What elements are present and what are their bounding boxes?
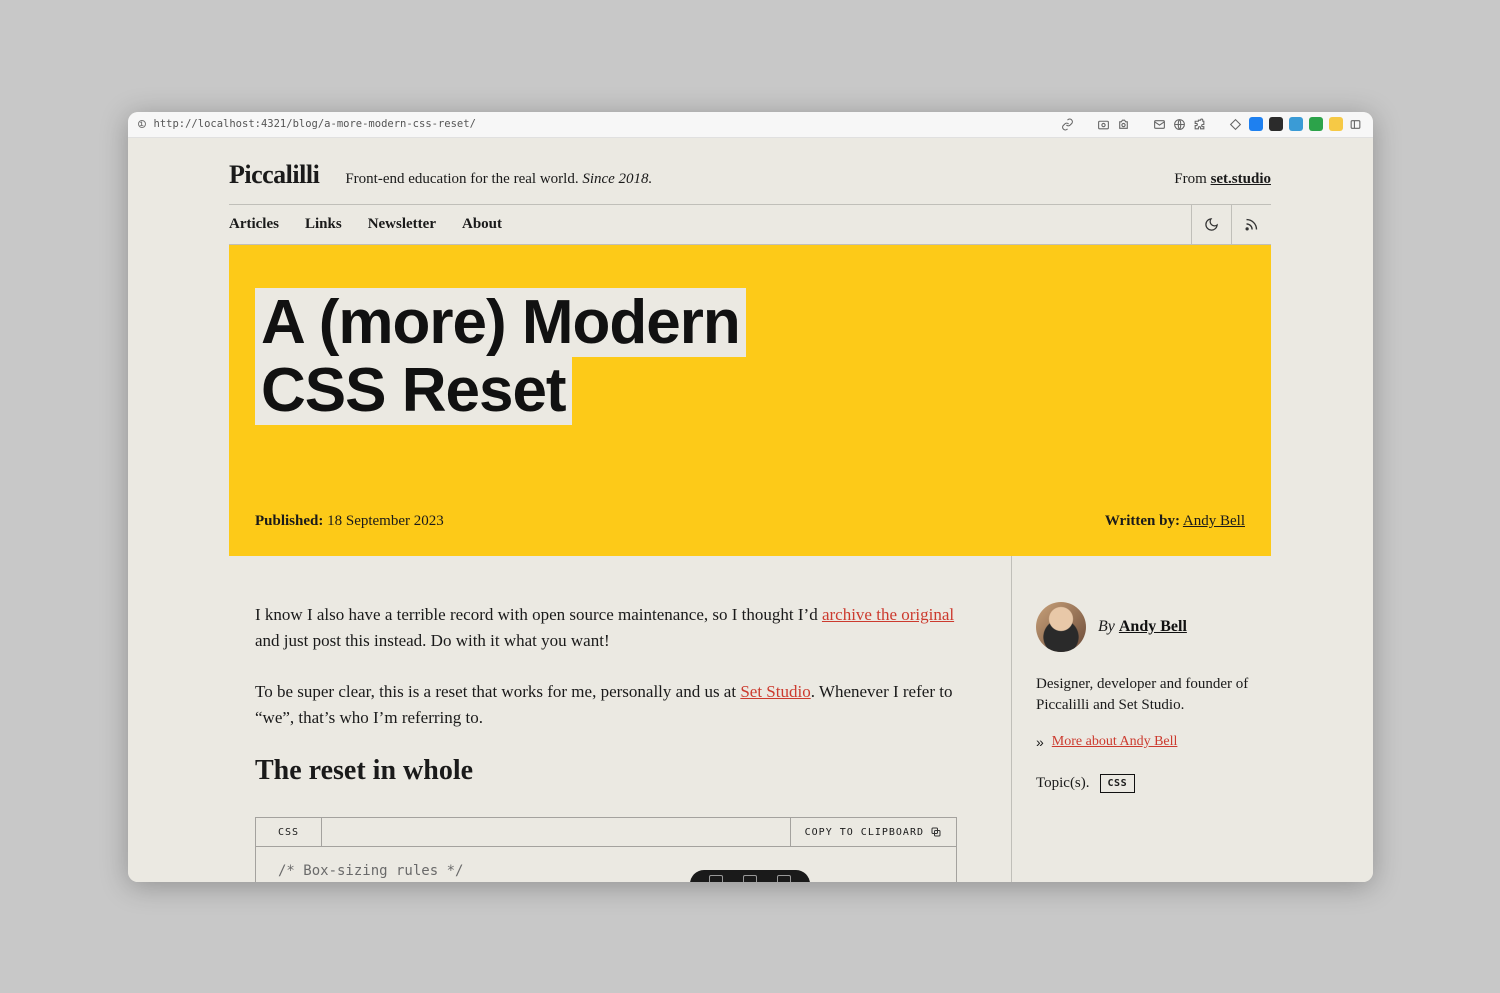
hero-meta: Published: 18 September 2023 Written by:… — [255, 513, 1245, 530]
article-title: A (more) Modern CSS Reset — [255, 289, 1245, 425]
nav-newsletter[interactable]: Newsletter — [368, 216, 436, 233]
more-about-author: » More about Andy Bell — [1036, 734, 1253, 750]
published-label: Published: — [255, 513, 323, 529]
p1-link[interactable]: archive the original — [822, 605, 954, 624]
copy-to-clipboard-button[interactable]: COPY TO CLIPBOARD — [790, 818, 956, 846]
more-about-link[interactable]: More about Andy Bell — [1052, 734, 1178, 750]
code-lang-label: CSS — [256, 818, 322, 846]
published-date: 18 September 2023 — [327, 513, 444, 529]
moon-icon — [1204, 217, 1219, 232]
title-line-1: A (more) Modern — [255, 288, 746, 357]
extension-icons — [1061, 117, 1363, 131]
globe-icon[interactable] — [1173, 117, 1187, 131]
pill-icon-2[interactable] — [743, 875, 757, 882]
bottom-overlay-pill — [690, 870, 810, 882]
puzzle-icon[interactable] — [1193, 117, 1207, 131]
diamond-icon[interactable] — [1229, 117, 1243, 131]
nav-links[interactable]: Links — [305, 216, 342, 233]
browser-address-bar: i http://localhost:4321/blog/a-more-mode… — [128, 112, 1373, 138]
info-icon[interactable]: i — [138, 120, 146, 128]
ext-dark-icon[interactable] — [1269, 117, 1283, 131]
rss-icon — [1244, 217, 1259, 232]
aside-author-link[interactable]: Andy Bell — [1119, 618, 1187, 635]
page: Piccalilli Front-end education for the r… — [128, 138, 1373, 882]
p2-link[interactable]: Set Studio — [740, 682, 810, 701]
topics-label: Topic(s). — [1036, 775, 1090, 792]
hero-author-link[interactable]: Andy Bell — [1183, 513, 1245, 529]
article-main: I know I also have a terrible record wit… — [229, 556, 1011, 882]
byline-text: By Andy Bell — [1098, 618, 1187, 636]
brand-logo[interactable]: Piccalilli — [229, 160, 319, 190]
p2-text-a: To be super clear, this is a reset that … — [255, 682, 740, 701]
camera-icon[interactable] — [1117, 117, 1131, 131]
pill-icon-1[interactable] — [709, 875, 723, 882]
tagline-text: Front-end education for the real world. — [345, 171, 582, 187]
topic-tag-css[interactable]: CSS — [1100, 774, 1136, 793]
code-block: CSS COPY TO CLIPBOARD /* Box-sizing rule… — [255, 817, 957, 881]
paragraph-1: I know I also have a terrible record wit… — [255, 602, 957, 655]
nav-about[interactable]: About — [462, 216, 502, 233]
sidebar: By Andy Bell Designer, developer and fou… — [1011, 556, 1271, 882]
paragraph-2: To be super clear, this is a reset that … — [255, 679, 957, 732]
written-label: Written by: — [1105, 513, 1180, 529]
ext-green-icon[interactable] — [1309, 117, 1323, 131]
ext-blue-icon[interactable] — [1249, 117, 1263, 131]
author-bio: Designer, developer and founder of Picca… — [1036, 674, 1253, 716]
mail-icon[interactable] — [1153, 117, 1167, 131]
nav-right — [1191, 205, 1271, 244]
by-label: By — [1098, 618, 1119, 635]
url-text[interactable]: http://localhost:4321/blog/a-more-modern… — [154, 118, 1053, 130]
tagline: Front-end education for the real world. … — [345, 171, 652, 188]
main-nav: Articles Links Newsletter About — [229, 205, 1271, 245]
sidebar-toggle-icon[interactable] — [1349, 117, 1363, 131]
content-body: I know I also have a terrible record wit… — [229, 556, 1271, 882]
from-label: From — [1174, 171, 1210, 187]
p1-text-a: I know I also have a terrible record wit… — [255, 605, 822, 624]
rss-button[interactable] — [1231, 205, 1271, 244]
theme-toggle-button[interactable] — [1191, 205, 1231, 244]
copy-icon — [930, 826, 942, 838]
p1-text-b: and just post this instead. Do with it w… — [255, 631, 610, 650]
site-header: Piccalilli Front-end education for the r… — [229, 138, 1271, 205]
code-body: /* Box-sizing rules */ — [256, 846, 956, 881]
author-avatar — [1036, 602, 1086, 652]
browser-window: i http://localhost:4321/blog/a-more-mode… — [128, 112, 1373, 882]
pill-icon-3[interactable] — [777, 875, 791, 882]
section-heading: The reset in whole — [255, 755, 957, 787]
topics: Topic(s). CSS — [1036, 774, 1253, 793]
ext-yellow-icon[interactable] — [1329, 117, 1343, 131]
ext-cyan-icon[interactable] — [1289, 117, 1303, 131]
written-by: Written by: Andy Bell — [1105, 513, 1245, 530]
camera-box-icon[interactable] — [1097, 117, 1111, 131]
chevron-right-icon: » — [1036, 734, 1044, 750]
published: Published: 18 September 2023 — [255, 513, 444, 530]
from-link[interactable]: set.studio — [1211, 171, 1271, 187]
title-line-2: CSS Reset — [255, 356, 572, 425]
tagline-since: Since 2018. — [582, 171, 652, 187]
code-header: CSS COPY TO CLIPBOARD — [256, 818, 956, 846]
hero-banner: A (more) Modern CSS Reset Published: 18 … — [229, 245, 1271, 556]
author-byline: By Andy Bell — [1036, 602, 1253, 652]
nav-articles[interactable]: Articles — [229, 216, 279, 233]
link-icon[interactable] — [1061, 117, 1075, 131]
from-attribution: From set.studio — [1174, 171, 1271, 188]
copy-label: COPY TO CLIPBOARD — [805, 827, 924, 838]
